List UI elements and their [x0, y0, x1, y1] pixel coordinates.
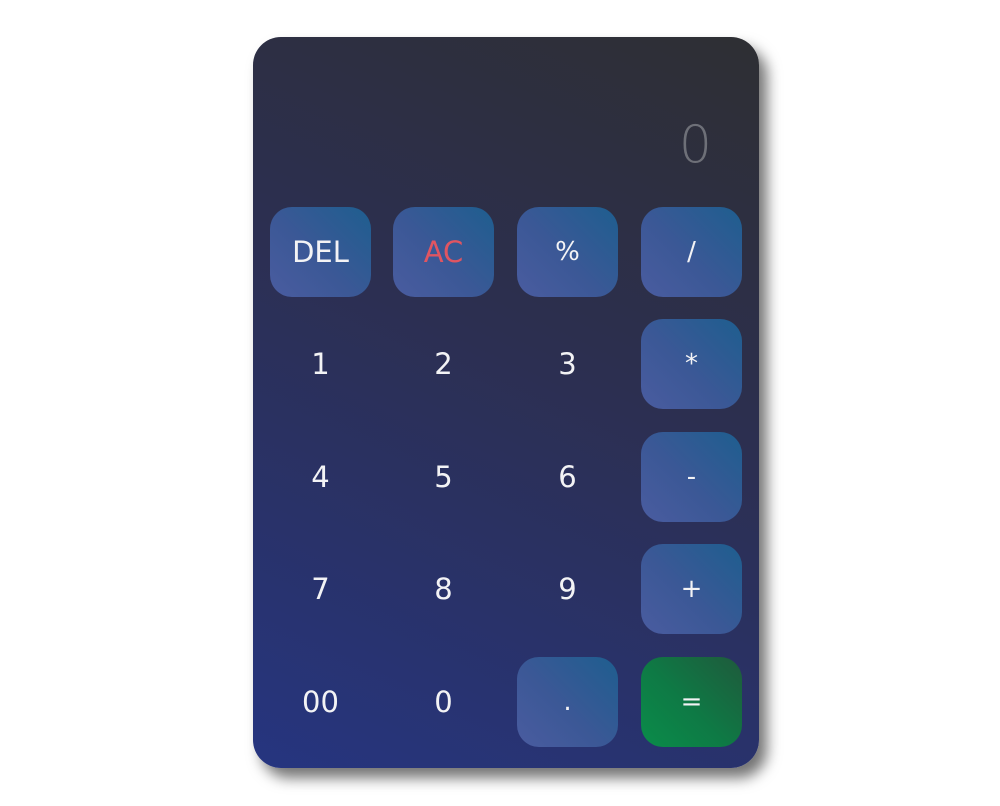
equals-button[interactable]: = — [641, 657, 742, 747]
percent-button[interactable]: % — [517, 207, 618, 297]
digit-3-button[interactable]: 3 — [517, 319, 618, 409]
digit-9-button[interactable]: 9 — [517, 544, 618, 634]
minus-button[interactable]: - — [641, 432, 742, 522]
digit-4-button[interactable]: 4 — [270, 432, 371, 522]
digit-6-button[interactable]: 6 — [517, 432, 618, 522]
digit-2-button[interactable]: 2 — [393, 319, 494, 409]
double-zero-button[interactable]: 00 — [270, 657, 371, 747]
calculator: 0 DEL AC % / 1 2 3 * 4 5 6 - 7 8 9 + 00 … — [253, 37, 759, 768]
divide-button[interactable]: / — [641, 207, 742, 297]
plus-button[interactable]: + — [641, 544, 742, 634]
all-clear-button[interactable]: AC — [393, 207, 494, 297]
digit-5-button[interactable]: 5 — [393, 432, 494, 522]
display-value: 0 — [678, 115, 712, 175]
decimal-button[interactable]: . — [517, 657, 618, 747]
digit-7-button[interactable]: 7 — [270, 544, 371, 634]
digit-0-button[interactable]: 0 — [393, 657, 494, 747]
delete-button[interactable]: DEL — [270, 207, 371, 297]
digit-1-button[interactable]: 1 — [270, 319, 371, 409]
display: 0 — [253, 37, 759, 197]
multiply-button[interactable]: * — [641, 319, 742, 409]
digit-8-button[interactable]: 8 — [393, 544, 494, 634]
